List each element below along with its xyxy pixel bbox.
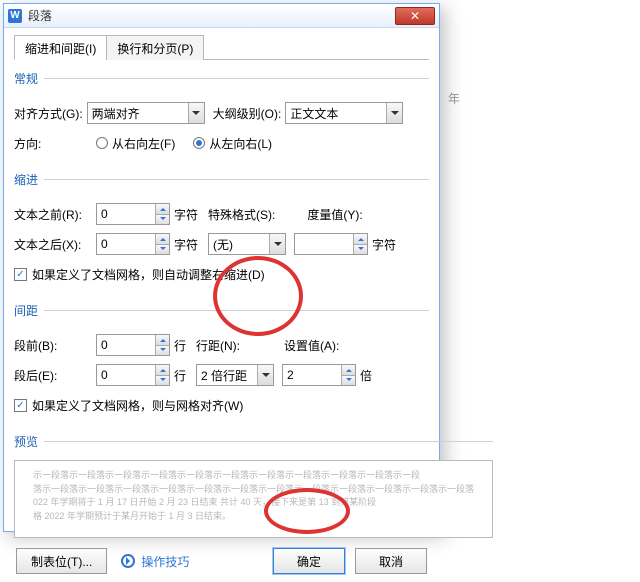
spinner-up-icon[interactable] [354,234,367,244]
line-spacing-combo[interactable]: 2 倍行距 [196,364,274,386]
direction-rtl-radio[interactable]: 从右向左(F) [96,135,175,152]
indent-after-value: 0 [101,237,108,251]
set-value-value: 2 [287,368,294,382]
indent-before-label: 文本之前(R): [14,206,92,223]
indent-group: 缩进 文本之前(R): 0 字符 特殊格式(S): 度量值(Y): 文本之后(X… [14,171,429,292]
grid-align-label: 如果定义了文档网格，则与网格对齐(W) [32,397,243,414]
set-value-spinner[interactable]: 2 [282,364,356,386]
titlebar: W 段落 ✕ [4,4,439,28]
chevron-down-icon [257,365,273,385]
spinner-down-icon[interactable] [156,214,169,225]
space-before-value: 0 [101,338,108,352]
space-after-value: 0 [101,368,108,382]
chevron-down-icon [386,103,402,123]
grid-align-checkbox[interactable]: 如果定义了文档网格，则与网格对齐(W) [14,397,243,414]
preview-group: 预览 示一段落示一段落示一段落示一段落示一段落示一段落示一段落示一段落示一段落示… [14,433,493,538]
measure-spinner[interactable] [294,233,368,255]
alignment-label: 对齐方式(G): [14,105,83,122]
space-after-label: 段后(E): [14,367,92,384]
line-spacing-value: 2 倍行距 [201,367,247,384]
tab-indent-spacing[interactable]: 缩进和间距(I) [14,35,107,60]
indent-after-label: 文本之后(X): [14,236,92,253]
spinner-down-icon[interactable] [342,375,355,386]
set-value-label: 设置值(A): [284,337,339,354]
chevron-down-icon [269,234,285,254]
special-format-value: (无) [213,236,233,253]
rtl-label: 从右向左(F) [112,135,175,152]
cancel-button[interactable]: 取消 [355,548,427,574]
spacing-group: 间距 段前(B): 0 行 行距(N): 设置值(A): 段后(E): 0 [14,302,429,423]
direction-ltr-radio[interactable]: 从左向右(L) [193,135,272,152]
preview-line: 落示一段落示一段落示一段落示一段落示一段落示一段落示一段落示一段落示一段落示一段… [33,483,474,497]
space-before-spinner[interactable]: 0 [96,334,170,356]
tab-pagination[interactable]: 换行和分页(P) [106,35,204,60]
checkbox-icon [14,399,27,412]
char-unit: 字符 [174,206,198,223]
tabstops-button[interactable]: 制表位(T)... [16,548,107,574]
preview-box: 示一段落示一段落示一段落示一段落示一段落示一段落示一段落示一段落示一段落示一段落… [14,460,493,538]
ok-button[interactable]: 确定 [273,548,345,574]
dialog-title: 段落 [28,7,52,24]
preview-line: 格 2022 年学期预计于某月开始于 1 月 3 日结束。 [33,510,474,524]
direction-label: 方向: [14,135,92,152]
auto-indent-label: 如果定义了文档网格，则自动调整右缩进(D) [32,266,265,283]
outline-value: 正文文本 [290,105,338,122]
space-after-spinner[interactable]: 0 [96,364,170,386]
line-spacing-label: 行距(N): [196,337,240,354]
ltr-label: 从左向右(L) [209,135,272,152]
dialog-footer: 制表位(T)... 操作技巧 确定 取消 [14,538,429,574]
indent-before-spinner[interactable]: 0 [96,203,170,225]
app-icon: W [8,9,22,23]
paragraph-dialog: W 段落 ✕ 缩进和间距(I) 换行和分页(P) 常规 对齐方式(G): 两端对… [3,3,440,532]
spinner-up-icon[interactable] [342,365,355,375]
spinner-up-icon[interactable] [156,234,169,244]
spinner-up-icon[interactable] [156,335,169,345]
tab-strip: 缩进和间距(I) 换行和分页(P) [14,34,429,60]
preview-line: 022 年学期将于 1 月 17 日开始 2 月 23 日结束 共计 40 天，… [33,496,474,510]
play-icon [121,554,135,568]
auto-indent-checkbox[interactable]: 如果定义了文档网格，则自动调整右缩进(D) [14,266,265,283]
spinner-down-icon[interactable] [354,244,367,255]
tips-link[interactable]: 操作技巧 [141,553,189,570]
chevron-down-icon [188,103,204,123]
char-unit: 字符 [174,236,198,253]
close-button[interactable]: ✕ [395,7,435,25]
general-group: 常规 对齐方式(G): 两端对齐 大纲级别(O): 正文文本 方向: [14,70,429,161]
radio-icon [193,137,205,149]
outline-label: 大纲级别(O): [213,105,282,122]
indent-before-value: 0 [101,207,108,221]
times-unit: 倍 [360,367,372,384]
preview-legend: 预览 [14,433,44,450]
spinner-up-icon[interactable] [156,204,169,214]
measure-label: 度量值(Y): [307,206,362,223]
outline-combo[interactable]: 正文文本 [285,102,403,124]
checkbox-icon [14,268,27,281]
indent-after-spinner[interactable]: 0 [96,233,170,255]
spinner-down-icon[interactable] [156,375,169,386]
spacing-legend: 间距 [14,302,44,319]
background-text: 年 [448,87,460,111]
line-unit: 行 [174,337,186,354]
alignment-value: 两端对齐 [92,105,140,122]
preview-line: 示一段落示一段落示一段落示一段落示一段落示一段落示一段落示一段落示一段落示一段落… [33,469,474,483]
spinner-up-icon[interactable] [156,365,169,375]
space-before-label: 段前(B): [14,337,92,354]
line-unit: 行 [174,367,186,384]
alignment-combo[interactable]: 两端对齐 [87,102,205,124]
general-legend: 常规 [14,70,44,87]
spinner-down-icon[interactable] [156,244,169,255]
special-format-combo[interactable]: (无) [208,233,286,255]
char-unit: 字符 [372,236,396,253]
indent-legend: 缩进 [14,171,44,188]
spinner-down-icon[interactable] [156,345,169,356]
special-format-label: 特殊格式(S): [208,206,275,223]
radio-icon [96,137,108,149]
